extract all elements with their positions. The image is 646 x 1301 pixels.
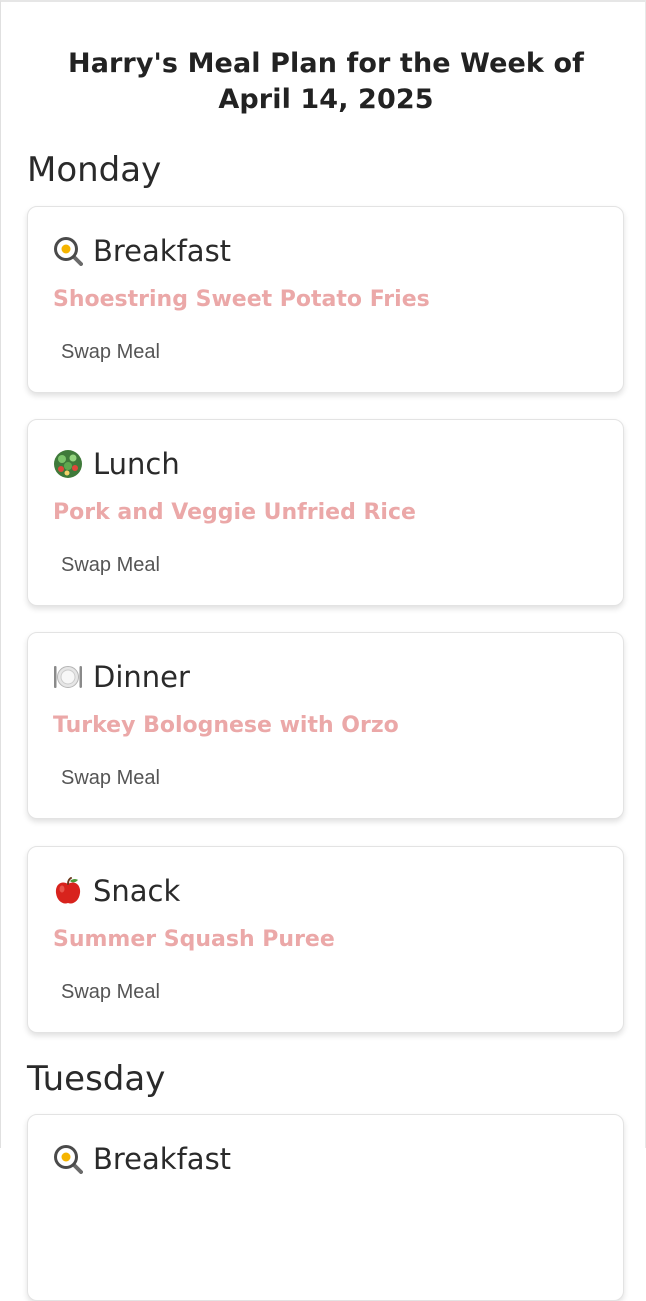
meal-card-header: Lunch (53, 444, 180, 484)
page-frame: Harry's Meal Plan for the Week of April … (0, 0, 646, 1301)
recipe-link[interactable]: Summer Squash Puree (53, 925, 335, 955)
recipe-link[interactable]: Pork and Veggie Unfried Rice (53, 498, 416, 528)
meal-card-snack: Snack Summer Squash Puree Swap Meal (27, 846, 624, 1033)
salad-bowl-icon (53, 449, 83, 479)
day-heading-monday: Monday (27, 150, 162, 190)
meal-card-breakfast: Breakfast (27, 1114, 624, 1301)
swap-meal-button[interactable]: Swap Meal (53, 548, 168, 582)
meal-card-header: Breakfast (53, 1139, 231, 1179)
recipe-link[interactable]: Shoestring Sweet Potato Fries (53, 285, 430, 315)
swap-meal-button[interactable]: Swap Meal (53, 975, 168, 1009)
meal-card-breakfast: Breakfast Shoestring Sweet Potato Fries … (27, 206, 624, 393)
day-heading-tuesday: Tuesday (27, 1059, 166, 1099)
recipe-link[interactable]: Turkey Bolognese with Orzo (53, 711, 399, 741)
meal-label: Dinner (93, 660, 190, 694)
plate-fork-knife-icon (53, 662, 83, 692)
meal-label: Snack (93, 874, 181, 908)
meal-label: Breakfast (93, 234, 232, 268)
meal-card-header: Dinner (53, 657, 190, 697)
red-apple-icon (53, 876, 83, 906)
meal-label: Breakfast (93, 1142, 232, 1176)
meal-card-header: Breakfast (53, 231, 231, 271)
swap-meal-button[interactable]: Swap Meal (53, 335, 168, 369)
swap-meal-button[interactable]: Swap Meal (53, 761, 168, 795)
meal-label: Lunch (93, 447, 180, 481)
page-title: Harry's Meal Plan for the Week of April … (68, 48, 584, 115)
frying-pan-egg-icon (53, 236, 83, 266)
meal-card-header: Snack (53, 871, 180, 911)
frying-pan-egg-icon (53, 1144, 83, 1174)
meal-card-lunch: Lunch Pork and Veggie Unfried Rice Swap … (27, 419, 624, 606)
meal-card-dinner: Dinner Turkey Bolognese with Orzo Swap M… (27, 632, 624, 819)
